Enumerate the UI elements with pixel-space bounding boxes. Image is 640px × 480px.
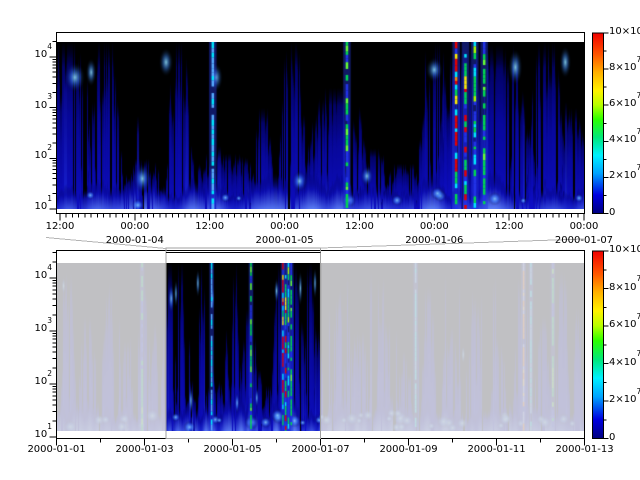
colorbar-top-tick-label: 10×107 xyxy=(609,26,640,38)
overview-y-tick-label: 101 xyxy=(18,429,52,441)
overview-y-tick-label: 102 xyxy=(18,376,52,388)
detail-x-tick-label: 00:00 xyxy=(270,221,299,233)
overview-x-tick-label: 2000-01-01 xyxy=(27,444,85,456)
colorbar-bottom xyxy=(592,251,603,438)
colorbar-top-tick-label: 4×107 xyxy=(609,134,640,146)
detail-y-tick-label: 104 xyxy=(18,49,52,61)
colorbar-top-tick-label: 2×107 xyxy=(609,170,640,182)
overview-x-tick-label: 2000-01-07 xyxy=(291,444,349,456)
detail-y-tick-label: 101 xyxy=(18,201,52,213)
colorbar-bottom-tick-label: 6×107 xyxy=(609,319,640,331)
detail-y-tick-label: 103 xyxy=(18,100,52,112)
colorbar-bottom-tick-label: 0 xyxy=(609,432,615,444)
spectrogram-figure: 12:00 00:00 12:00 00:00 12:00 00:00 12:00 00:00… xyxy=(0,0,640,480)
overview-heatmap-canvas xyxy=(57,263,584,431)
colorbar-top-tick-label: 6×107 xyxy=(609,98,640,110)
detail-x-tick-label: 12:00 xyxy=(46,221,75,233)
colorbar-bottom-tick-label: 8×107 xyxy=(609,282,640,294)
colorbar-bottom-tick-label: 10×107 xyxy=(609,244,640,256)
colorbar-bottom-tick-label: 2×107 xyxy=(609,394,640,406)
overview-x-tick-label: 2000-01-09 xyxy=(379,444,437,456)
colorbar-bottom-tick-label: 4×107 xyxy=(609,357,640,369)
detail-y-tick-label: 102 xyxy=(18,150,52,162)
detail-x-tick-label: 12:00 xyxy=(195,221,224,233)
detail-x-tick-label: 00:00 xyxy=(570,221,599,233)
colorbar-top-tick-label: 0 xyxy=(609,207,615,219)
detail-x-tick-label: 00:00 xyxy=(120,221,149,233)
overview-y-tick-label: 103 xyxy=(18,323,52,335)
detail-x-tick-label: 12:00 xyxy=(495,221,524,233)
detail-x-date-label: 2000-01-06 xyxy=(405,235,463,247)
overview-y-tick-label: 104 xyxy=(18,270,52,282)
detail-heatmap-canvas xyxy=(57,42,584,209)
overview-x-tick-label: 2000-01-05 xyxy=(203,444,261,456)
detail-x-date-label: 2000-01-07 xyxy=(555,235,613,247)
detail-x-tick-label: 00:00 xyxy=(420,221,449,233)
overview-x-tick-label: 2000-01-13 xyxy=(555,444,613,456)
overview-x-tick-label: 2000-01-03 xyxy=(115,444,173,456)
colorbar-top xyxy=(592,33,603,213)
detail-x-date-label: 2000-01-04 xyxy=(106,235,164,247)
colorbar-top-tick-label: 8×107 xyxy=(609,62,640,74)
overview-x-tick-label: 2000-01-11 xyxy=(467,444,525,456)
detail-x-date-label: 2000-01-05 xyxy=(256,235,314,247)
detail-x-tick-label: 12:00 xyxy=(345,221,374,233)
